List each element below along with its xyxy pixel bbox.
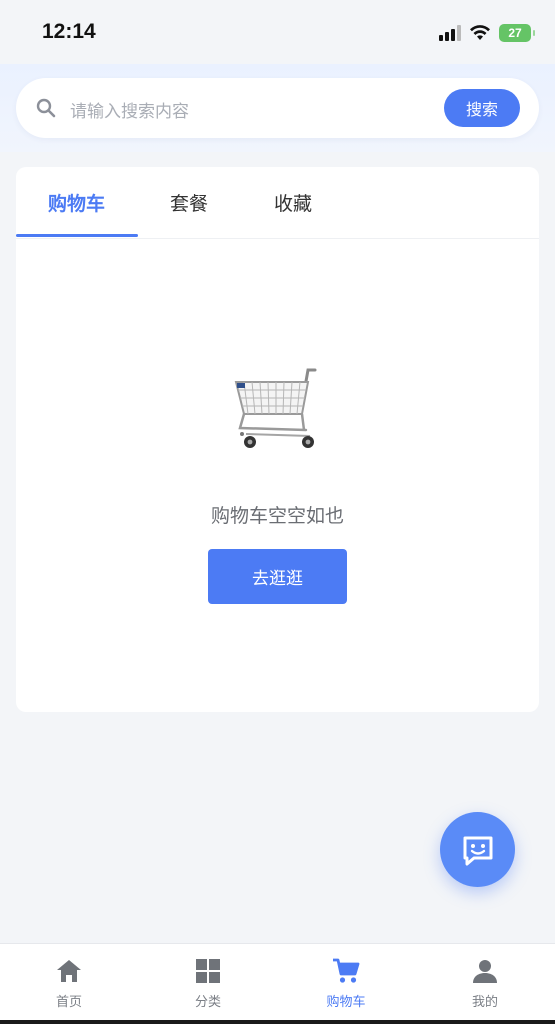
status-icons: 27	[439, 22, 535, 44]
cart-icon	[333, 958, 360, 983]
nav-cart[interactable]: 购物车	[296, 953, 396, 1013]
signal-icon	[439, 25, 461, 41]
chat-icon	[463, 836, 492, 865]
tab-cart[interactable]: 购物车	[48, 189, 105, 216]
status-time: 12:14	[42, 20, 96, 43]
shopping-cart-illustration	[234, 368, 317, 448]
nav-category-label: 分类	[194, 995, 221, 1010]
nav-profile-label: 我的	[471, 995, 498, 1010]
search-icon	[36, 98, 56, 118]
go-shopping-button[interactable]: 去逛逛	[208, 549, 347, 604]
empty-cart-message: 购物车空空如也	[210, 505, 344, 527]
tab-active-indicator	[16, 234, 138, 237]
user-icon	[473, 960, 497, 983]
search-button[interactable]: 搜索	[444, 89, 520, 127]
home-icon	[57, 960, 81, 982]
nav-profile[interactable]: 我的	[435, 953, 535, 1013]
wifi-icon	[470, 25, 490, 40]
nav-cart-label: 购物车	[326, 995, 366, 1010]
category-grid-icon	[196, 959, 220, 983]
status-bar: 12:14 27	[0, 0, 555, 64]
battery-icon: 27	[499, 24, 535, 42]
nav-category[interactable]: 分类	[158, 953, 258, 1013]
tab-favorites[interactable]: 收藏	[274, 189, 312, 216]
nav-home-label: 首页	[55, 995, 82, 1010]
nav-home[interactable]: 首页	[19, 953, 119, 1013]
customer-service-button[interactable]	[440, 812, 515, 887]
home-indicator	[0, 1020, 555, 1024]
tab-package[interactable]: 套餐	[170, 189, 208, 216]
search-placeholder[interactable]: 请输入搜索内容	[70, 97, 189, 122]
battery-level: 27	[508, 26, 522, 40]
